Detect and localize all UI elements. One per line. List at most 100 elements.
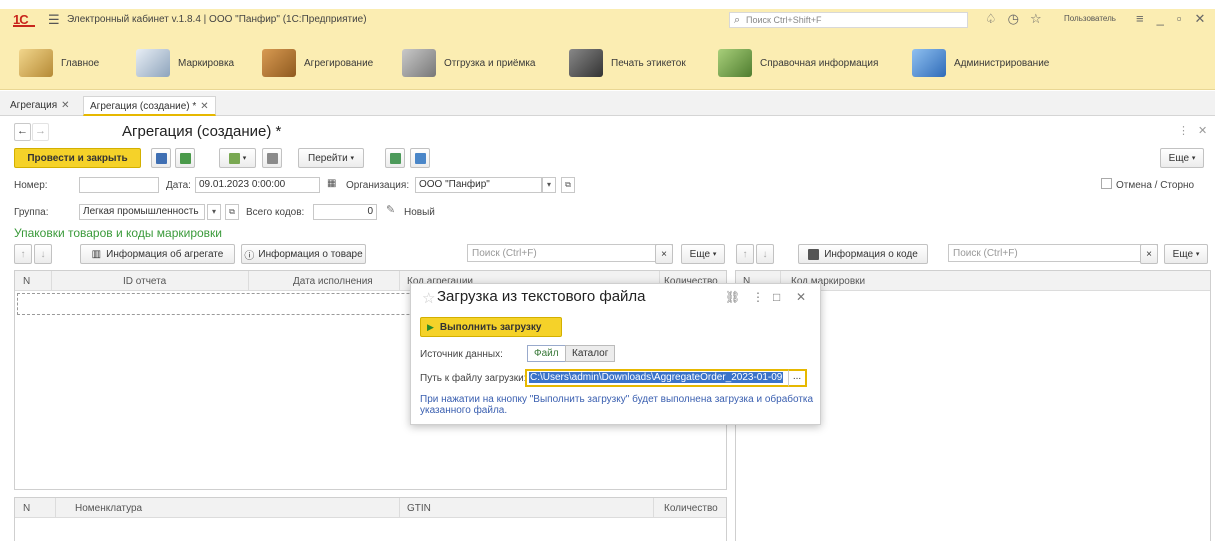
col-n[interactable]: N: [23, 276, 30, 287]
window-controls: ≡ _ ▫ ✕: [1136, 11, 1215, 27]
right-search-clear-button[interactable]: ×: [1140, 244, 1158, 264]
right-move-down-button[interactable]: ↓: [756, 244, 774, 264]
col-divider: [399, 498, 400, 518]
total-codes-label: Всего кодов:: [246, 207, 305, 218]
right-search-input[interactable]: Поиск (Ctrl+F): [948, 244, 1158, 262]
total-codes-field: 0: [313, 204, 377, 220]
section-shipping-label: Отгрузка и приёмка: [444, 57, 536, 69]
organization-open-button[interactable]: ⧉: [561, 177, 575, 193]
move-down-button[interactable]: ↓: [34, 244, 52, 264]
box-icon: [262, 49, 296, 77]
maximize-icon[interactable]: □: [773, 290, 780, 304]
col-gtin[interactable]: GTIN: [407, 503, 431, 514]
group-field[interactable]: Легкая промышленность: [79, 204, 205, 220]
open-tabs-bar: Агрегация ✕ Агрегация (создание) * ✕: [0, 91, 1215, 116]
main-menu-icon[interactable]: ☰: [48, 12, 60, 28]
computer-icon: [912, 49, 946, 77]
close-tab-icon[interactable]: ✕: [61, 100, 69, 111]
excel-button[interactable]: [385, 148, 405, 168]
chevron-down-icon: ▾: [1191, 155, 1196, 162]
cancel-checkbox[interactable]: [1101, 178, 1112, 189]
organization-field[interactable]: ООО "Панфир": [415, 177, 542, 193]
arrow-up-icon: ↑: [20, 248, 26, 260]
settings-menu-icon[interactable]: ≡: [1136, 11, 1144, 26]
organization-dropdown[interactable]: ▾: [542, 177, 556, 193]
window-title: Электронный кабинет v.1.8.4 | ООО "Панфи…: [67, 14, 367, 25]
structure-button[interactable]: [262, 148, 282, 168]
more-vertical-icon[interactable]: ⋮: [752, 290, 764, 304]
printer-icon: [569, 49, 603, 77]
product-info-button[interactable]: ⓘ Информация о товаре: [241, 244, 366, 264]
link-icon[interactable]: ⛓: [725, 290, 740, 304]
col-n[interactable]: N: [23, 503, 30, 514]
right-search-placeholder: Поиск (Ctrl+F): [953, 248, 1018, 259]
forward-button[interactable]: →: [32, 123, 49, 141]
left-more-button[interactable]: Еще ▾: [681, 244, 725, 264]
section-label-print[interactable]: Печать этикеток: [569, 49, 686, 77]
document-post-icon: [179, 152, 191, 164]
back-button[interactable]: ←: [14, 123, 31, 141]
section-aggregation[interactable]: Агрегирование: [262, 49, 373, 77]
post-and-close-button[interactable]: Провести и закрыть: [14, 148, 141, 168]
form-more-icon[interactable]: ⋮: [1178, 124, 1189, 137]
star-icon[interactable]: ☆: [1030, 11, 1042, 26]
save-button[interactable]: [151, 148, 171, 168]
more-button[interactable]: Еще ▾: [1160, 148, 1204, 168]
calendar-icon[interactable]: ▦: [327, 178, 336, 189]
number-field[interactable]: [79, 177, 159, 193]
group-open-button[interactable]: ⧉: [225, 204, 239, 220]
hierarchy-icon: [266, 152, 278, 164]
documents-icon: [414, 152, 426, 164]
group-dropdown[interactable]: ▾: [207, 204, 221, 220]
form-close-icon[interactable]: ✕: [1198, 124, 1207, 137]
section-reference[interactable]: Справочная информация: [718, 49, 878, 77]
arrow-down-icon: ↓: [762, 248, 768, 260]
col-nomenclature[interactable]: Номенклатура: [75, 503, 142, 514]
favorite-star-icon[interactable]: ☆: [422, 289, 435, 307]
section-shipping[interactable]: Отгрузка и приёмка: [402, 49, 536, 77]
run-import-button[interactable]: ▶ Выполнить загрузку: [420, 317, 562, 337]
user-name[interactable]: Пользователь: [1064, 14, 1116, 23]
global-search-input[interactable]: ⌕ Поиск Ctrl+Shift+F: [729, 12, 968, 28]
bell-icon[interactable]: ♤: [985, 11, 997, 26]
move-up-button[interactable]: ↑: [14, 244, 32, 264]
minimize-icon[interactable]: _: [1157, 11, 1164, 26]
col-report-id[interactable]: ID отчета: [123, 276, 166, 287]
browse-button[interactable]: ...: [788, 369, 807, 387]
copy-doc-button[interactable]: [410, 148, 430, 168]
date-field[interactable]: 09.01.2023 0:00:00: [195, 177, 320, 193]
goto-button[interactable]: Перейти ▾: [298, 148, 364, 168]
code-info-button[interactable]: Информация о коде: [798, 244, 928, 264]
close-tab-icon[interactable]: ✕: [200, 101, 208, 112]
right-move-up-button[interactable]: ↑: [736, 244, 754, 264]
left-search-input[interactable]: Поиск (Ctrl+F): [467, 244, 673, 262]
tab-aggregation[interactable]: Агрегация ✕: [4, 96, 76, 116]
chevron-down-icon: ▾: [211, 207, 216, 216]
close-window-icon[interactable]: ✕: [1194, 11, 1205, 26]
post-button[interactable]: [175, 148, 195, 168]
aggregate-info-button[interactable]: ▥ Информация об агрегате: [80, 244, 235, 264]
edit-icon[interactable]: ✎: [386, 203, 395, 216]
dialog-hint: При нажатии на кнопку "Выполнить загрузк…: [420, 394, 814, 416]
left-search-placeholder: Поиск (Ctrl+F): [472, 248, 537, 259]
col-execution-date[interactable]: Дата исполнения: [293, 276, 373, 287]
file-path-input[interactable]: C:\Users\admin\Downloads\AggregateOrder_…: [525, 369, 790, 387]
title-bar: 1С ☰ Электронный кабинет v.1.8.4 | ООО "…: [0, 9, 1215, 31]
right-more-button[interactable]: Еще ▾: [1164, 244, 1208, 264]
maximize-icon[interactable]: ▫: [1177, 11, 1182, 26]
col-quantity[interactable]: Количество: [664, 503, 718, 514]
source-file-toggle[interactable]: Файл: [527, 345, 566, 362]
create-based-on-button[interactable]: ▾: [219, 148, 256, 168]
source-folder-toggle[interactable]: Каталог: [565, 345, 616, 362]
close-dialog-icon[interactable]: ✕: [796, 290, 806, 304]
history-icon[interactable]: ◷: [1008, 11, 1019, 26]
chevron-down-icon: ▾: [350, 155, 354, 162]
left-search-clear-button[interactable]: ×: [655, 244, 673, 264]
section-admin[interactable]: Администрирование: [912, 49, 1049, 77]
search-icon: ⌕: [734, 14, 741, 26]
title-icons: ♤ ◷ ☆: [985, 11, 1053, 27]
tab-aggregation-create-label: Агрегация (создание) *: [90, 101, 197, 112]
tab-aggregation-create[interactable]: Агрегация (создание) * ✕: [83, 96, 216, 116]
section-marking[interactable]: Маркировка: [136, 49, 234, 77]
section-main[interactable]: Главное: [19, 49, 99, 77]
